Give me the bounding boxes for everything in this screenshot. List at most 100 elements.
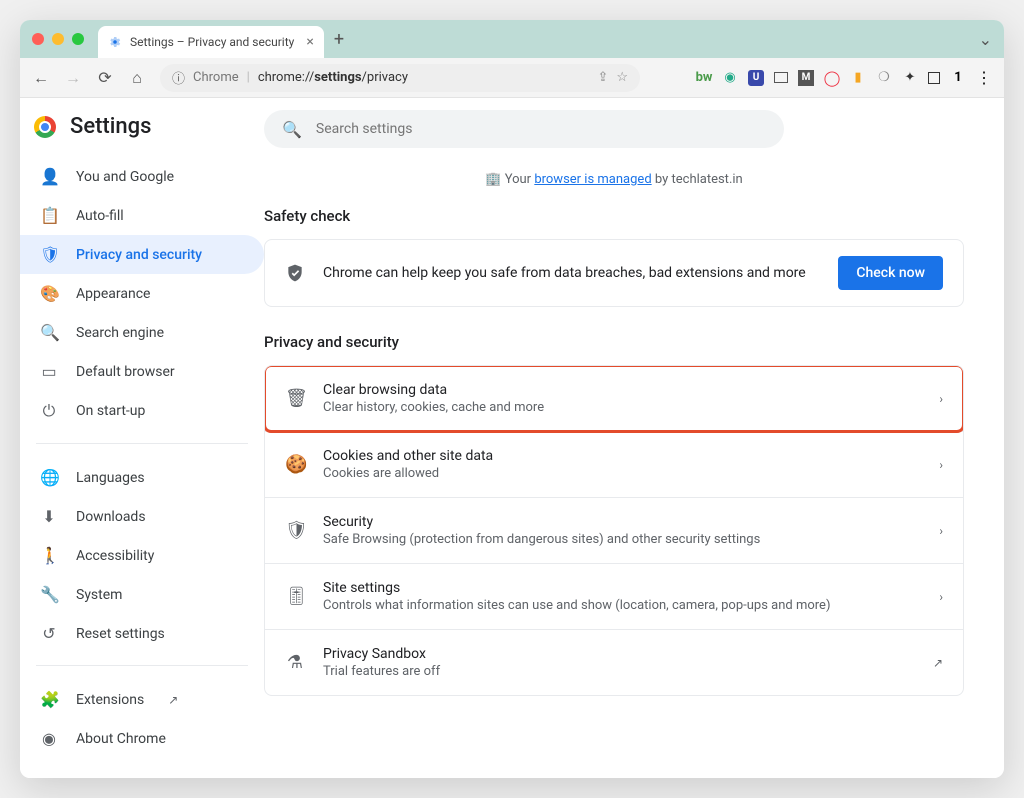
- browser-window: Settings – Privacy and security × + ⌄ ← …: [20, 20, 1004, 778]
- sidebar-item-label: Extensions: [76, 692, 144, 708]
- ext-icon[interactable]: ◉: [722, 70, 738, 86]
- close-window-button[interactable]: [32, 33, 44, 45]
- extensions-button[interactable]: ✦: [902, 70, 918, 86]
- sidebar: Settings 👤 You and Google 📋Auto-fill 🛡 Priva…: [20, 98, 264, 778]
- page-content: Settings 👤 You and Google 📋Auto-fill 🛡 Priva…: [20, 98, 1004, 778]
- sliders-icon: 🎚: [285, 586, 305, 607]
- search-icon: 🔍: [282, 120, 302, 139]
- sidebar-item-label: Reset settings: [76, 626, 165, 642]
- ext-icon[interactable]: ◯: [824, 70, 840, 86]
- sidebar-item-extensions[interactable]: 🧩Extensions↗: [20, 680, 264, 719]
- titlebar: Settings – Privacy and security × + ⌄: [20, 20, 1004, 58]
- sidebar-item-label: About Chrome: [76, 731, 166, 747]
- sidebar-item-search-engine[interactable]: 🔍Search engine: [20, 313, 264, 352]
- browser-tab[interactable]: Settings – Privacy and security ×: [98, 26, 324, 58]
- row-subtitle: Trial features are off: [323, 664, 915, 679]
- chrome-logo-icon: [34, 116, 56, 138]
- sidebar-item-you-and-google[interactable]: 👤 You and Google: [20, 157, 264, 196]
- privacy-row-site-settings[interactable]: 🎚Site settingsControls what information …: [265, 563, 963, 629]
- chrome-menu-button[interactable]: ⋮: [976, 70, 992, 86]
- building-icon: 🏢: [485, 172, 501, 187]
- chevron-right-icon: ›: [939, 524, 943, 538]
- share-icon[interactable]: ⇪: [597, 70, 608, 85]
- page-title: Settings: [70, 114, 151, 139]
- privacy-row-security[interactable]: 🛡SecuritySafe Browsing (protection from …: [265, 497, 963, 563]
- safety-check-heading: Safety check: [264, 207, 964, 225]
- settings-search[interactable]: 🔍: [264, 110, 784, 148]
- address-bar[interactable]: ⓘ Chrome | chrome://settings/privacy ⇪ ☆: [160, 64, 640, 92]
- sidebar-item-privacy-and-security[interactable]: 🛡 Privacy and security: [20, 235, 264, 274]
- chevron-right-icon: ↗: [933, 656, 943, 670]
- ext-icon[interactable]: [774, 72, 788, 83]
- sidebar-item-languages[interactable]: 🌐 Languages: [20, 458, 264, 497]
- row-title: Privacy Sandbox: [323, 646, 915, 662]
- sidebar-item-label: Default browser: [76, 364, 175, 380]
- sidebar-item-default-browser[interactable]: ▭Default browser: [20, 352, 264, 391]
- ext-icon[interactable]: U: [748, 70, 764, 86]
- managed-link[interactable]: browser is managed: [534, 172, 651, 187]
- url-origin: Chrome: [193, 70, 239, 85]
- sidebar-item-label: Languages: [76, 470, 145, 486]
- sidebar-item-label: You and Google: [76, 169, 174, 185]
- privacy-heading: Privacy and security: [264, 333, 964, 351]
- check-now-button[interactable]: Check now: [838, 256, 943, 290]
- ext-icon[interactable]: ❍: [876, 70, 892, 86]
- person-icon: 👤: [40, 167, 58, 186]
- cookie-icon: 🍪: [285, 454, 305, 475]
- palette-icon: 🎨: [40, 284, 58, 303]
- sidebar-item-on-start-up[interactable]: ⏻ On start-up: [20, 391, 264, 431]
- autofill-icon: 📋: [40, 206, 58, 225]
- maximize-window-button[interactable]: [72, 33, 84, 45]
- toolbar: ← → ⟳ ⌂ ⓘ Chrome | chrome://settings/pri…: [20, 58, 1004, 98]
- privacy-row-privacy-sandbox[interactable]: ⚗ Privacy Sandbox Trial features are off ↗: [265, 629, 963, 695]
- sidebar-item-system[interactable]: 🔧System: [20, 575, 264, 614]
- search-input[interactable]: [316, 121, 766, 137]
- flask-icon: ⚗: [285, 652, 305, 673]
- sidebar-item-about-chrome[interactable]: ◉ About Chrome: [20, 719, 264, 758]
- chevron-right-icon: ›: [939, 392, 943, 406]
- row-title: Site settings: [323, 580, 921, 596]
- sidebar-item-appearance[interactable]: 🎨 Appearance: [20, 274, 264, 313]
- power-icon: ⏻: [40, 401, 58, 421]
- sidebar-item-label: Appearance: [76, 286, 150, 302]
- home-button[interactable]: ⌂: [128, 68, 146, 88]
- sidebar-item-label: System: [76, 587, 122, 603]
- row-subtitle: Cookies are allowed: [323, 466, 921, 481]
- ext-icon[interactable]: 1: [950, 70, 966, 86]
- gear-icon: [108, 35, 122, 49]
- shield-icon: 🛡: [40, 245, 58, 264]
- sidebar-item-label: On start-up: [76, 403, 145, 419]
- sidebar-item-downloads[interactable]: ⬇Downloads: [20, 497, 264, 536]
- row-title: Cookies and other site data: [323, 448, 921, 464]
- sidebar-item-accessibility[interactable]: 🚶Accessibility: [20, 536, 264, 575]
- close-tab-icon[interactable]: ×: [306, 34, 313, 50]
- managed-notice: 🏢 Your browser is managed by techlatest.…: [264, 166, 964, 207]
- forward-button[interactable]: →: [64, 68, 82, 88]
- chevron-right-icon: ›: [939, 590, 943, 604]
- row-title: Security: [323, 514, 921, 530]
- globe-icon: 🌐: [40, 468, 58, 487]
- external-link-icon: ↗: [168, 693, 178, 707]
- sidebar-item-auto-fill[interactable]: 📋Auto-fill: [20, 196, 264, 235]
- back-button[interactable]: ←: [32, 68, 50, 88]
- bookmark-icon[interactable]: ☆: [616, 70, 628, 85]
- ext-icon[interactable]: ▮: [850, 70, 866, 86]
- safety-check-card: Chrome can help keep you safe from data …: [264, 239, 964, 307]
- ext-icon[interactable]: M: [798, 70, 814, 86]
- privacy-row-cookies-and-other-site-data[interactable]: 🍪 Cookies and other site data Cookies are …: [265, 431, 963, 497]
- row-title: Clear browsing data: [323, 382, 921, 398]
- ext-icon[interactable]: [928, 72, 940, 84]
- download-icon: ⬇: [40, 507, 58, 526]
- sidebar-item-label: Privacy and security: [76, 247, 202, 263]
- privacy-row-clear-browsing-data[interactable]: 🗑Clear browsing dataClear history, cooki…: [265, 366, 963, 431]
- new-tab-button[interactable]: +: [334, 29, 344, 50]
- site-info-icon[interactable]: ⓘ: [172, 68, 185, 87]
- tabs-dropdown-icon[interactable]: ⌄: [979, 30, 992, 49]
- ext-icon[interactable]: bw: [696, 70, 712, 86]
- sidebar-item-reset-settings[interactable]: ↺Reset settings: [20, 614, 264, 653]
- minimize-window-button[interactable]: [52, 33, 64, 45]
- reload-button[interactable]: ⟳: [96, 68, 114, 87]
- row-subtitle: Clear history, cookies, cache and more: [323, 400, 921, 415]
- safety-check-text: Chrome can help keep you safe from data …: [323, 265, 820, 281]
- chrome-icon: ◉: [40, 729, 58, 748]
